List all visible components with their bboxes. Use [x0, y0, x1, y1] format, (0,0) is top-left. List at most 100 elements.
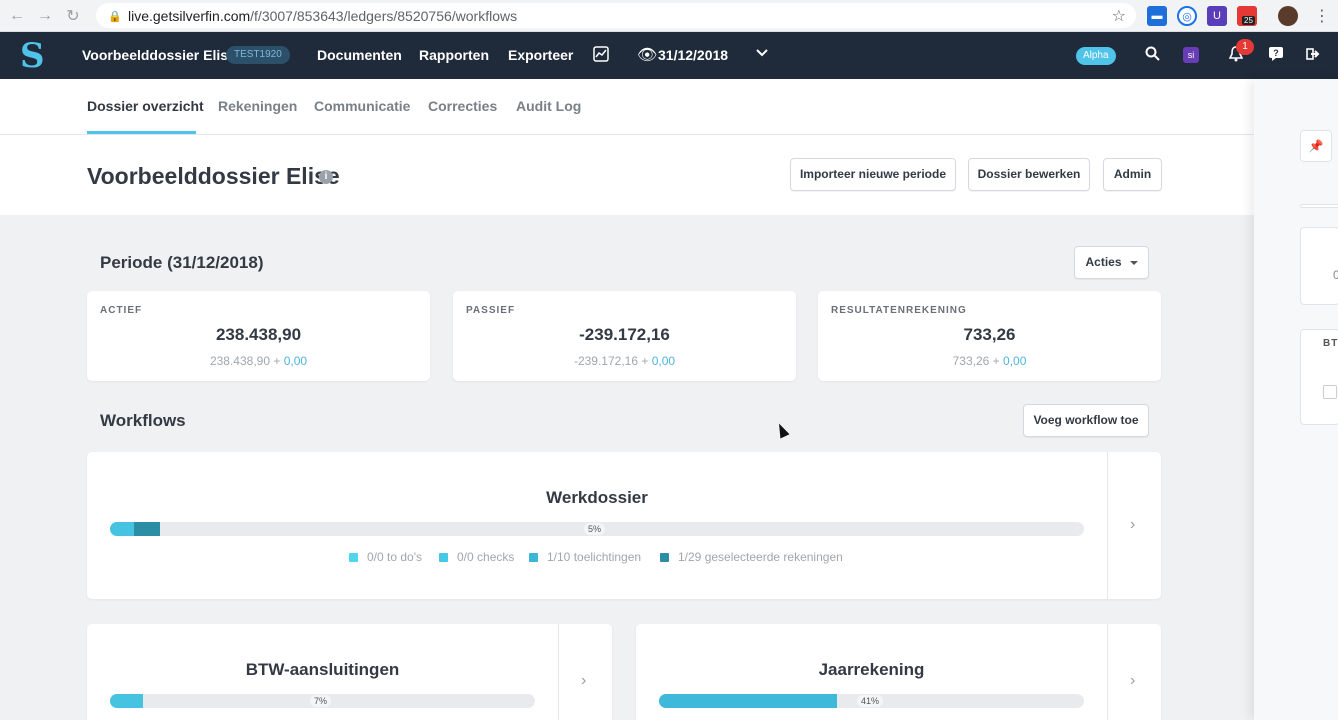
- progress-percentage: 5%: [584, 523, 606, 535]
- workflow-card-jaarrekening[interactable]: Jaarrekening 41% ›: [636, 624, 1161, 720]
- legend-checks: 0/0 checks: [439, 550, 514, 564]
- search-icon[interactable]: [1145, 46, 1160, 66]
- legend-geselecteerde-rekeningen: 1/29 geselecteerde rekeningen: [660, 550, 843, 564]
- progress-percentage: 41%: [857, 695, 884, 707]
- drawer-btw-label: BT: [1323, 338, 1338, 349]
- drawer-card: 0: [1300, 227, 1338, 305]
- browser-menu-icon[interactable]: ⋮: [1311, 5, 1333, 27]
- page-title: Voorbeelddossier Elise: [87, 163, 340, 189]
- tab-communicatie[interactable]: Communicatie: [314, 98, 410, 114]
- dossier-name[interactable]: Voorbeelddossier Elise: [82, 47, 236, 63]
- nav-exporteer[interactable]: Exporteer: [508, 47, 573, 63]
- workflow-card-werkdossier[interactable]: Werkdossier 5% 0/0 to do's 0/0 checks 1/…: [87, 452, 1161, 599]
- kpi-label: PASSIEF: [466, 305, 516, 316]
- workflow-title: Werkdossier: [546, 488, 648, 507]
- open-workflow-button[interactable]: ›: [1107, 624, 1161, 720]
- alpha-badge: Alpha: [1076, 47, 1116, 65]
- browser-toolbar: ← → ↻ 🔒 live.getsilverfin.com/f/3007/853…: [0, 0, 1338, 32]
- drawer-checkbox[interactable]: [1323, 385, 1337, 399]
- tab-dossier-overzicht[interactable]: Dossier overzicht: [87, 98, 204, 114]
- kpi-value: 238.438,90: [215, 325, 302, 344]
- chart-icon[interactable]: [593, 46, 609, 67]
- legend-label: 1/10 toelichtingen: [547, 550, 642, 564]
- forward-icon[interactable]: →: [34, 5, 56, 27]
- kpi-delta-link[interactable]: 0,00: [652, 354, 675, 368]
- tab-rekeningen[interactable]: Rekeningen: [218, 98, 297, 114]
- kpi-value: 733,26: [963, 325, 1016, 344]
- progress-percentage: 7%: [310, 695, 332, 707]
- pin-icon[interactable]: 📌: [1300, 130, 1332, 162]
- mouse-cursor: [774, 421, 790, 439]
- kpi-label: ACTIEF: [100, 305, 143, 316]
- kpi-base: 733,26 +: [952, 354, 1004, 368]
- legend-todos: 0/0 to do's: [349, 550, 422, 564]
- globe-extension-icon[interactable]: ◎: [1177, 6, 1197, 26]
- legend-swatch: [529, 552, 538, 562]
- eye-icon: 👁: [637, 47, 658, 64]
- kpi-delta-link[interactable]: 0,00: [1003, 354, 1026, 368]
- actions-dropdown[interactable]: Acties: [1074, 246, 1149, 279]
- app-topbar: S Voorbeelddossier Elise TEST1920 Docume…: [0, 32, 1338, 79]
- import-period-button[interactable]: Importeer nieuwe periode: [790, 158, 956, 191]
- tab-correcties[interactable]: Correcties: [428, 98, 497, 114]
- url-path: /f/3007/853643/ledgers/8520756/workflows: [250, 7, 518, 24]
- bookmark-star-icon[interactable]: ☆: [1112, 6, 1126, 26]
- kpi-breakdown: 733,26 + 0,00: [818, 354, 1161, 368]
- back-icon[interactable]: ←: [6, 5, 28, 27]
- legend-label: 1/29 geselecteerde rekeningen: [678, 550, 843, 564]
- progress-segment-rekeningen: [134, 522, 160, 536]
- legend-label: 0/0 to do's: [367, 550, 422, 564]
- reload-icon[interactable]: ↻: [62, 5, 84, 27]
- progress-segment-toelichtingen: [110, 522, 134, 536]
- kpi-breakdown: 238.438,90 + 0,00: [87, 354, 430, 368]
- admin-button[interactable]: Admin: [1103, 158, 1162, 191]
- tab-audit-log[interactable]: Audit Log: [516, 98, 581, 114]
- open-workflow-button[interactable]: ›: [558, 624, 612, 720]
- caret-down-icon: [1129, 260, 1138, 265]
- silverfin-logo[interactable]: S: [20, 38, 46, 74]
- profile-avatar[interactable]: [1278, 6, 1298, 26]
- u-extension-icon[interactable]: U: [1207, 6, 1227, 26]
- address-bar[interactable]: 🔒 live.getsilverfin.com/f/3007/853643/le…: [96, 3, 1136, 28]
- dossier-tabs: Dossier overzicht Rekeningen Communicati…: [0, 79, 1254, 135]
- chevron-down-icon[interactable]: [755, 46, 769, 65]
- kpi-breakdown: -239.172,16 + 0,00: [453, 354, 796, 368]
- workflow-progress-bar: 41%: [659, 694, 1084, 708]
- legend-swatch: [349, 552, 358, 562]
- active-tab-indicator: [87, 131, 196, 134]
- kpi-base: 238.438,90 +: [209, 354, 284, 368]
- chat-extension-icon[interactable]: ▬: [1147, 6, 1167, 26]
- progress-fill: [659, 694, 837, 708]
- kpi-card-resultatenrekening: RESULTATENREKENING 733,26 733,26 + 0,00: [818, 291, 1161, 381]
- add-workflow-button[interactable]: Voeg workflow toe: [1023, 404, 1149, 437]
- kpi-value: -239.172,16: [579, 325, 670, 344]
- logout-icon[interactable]: [1306, 47, 1320, 66]
- period-selector[interactable]: 31/12/2018: [658, 47, 728, 63]
- url-host: live.getsilverfin.com: [128, 7, 251, 24]
- workflow-progress-bar: 5%: [110, 522, 1084, 536]
- svg-text:?: ?: [1273, 48, 1279, 58]
- workflows-title: Workflows: [100, 411, 186, 430]
- kpi-delta-link[interactable]: 0,00: [284, 354, 307, 368]
- workflow-card-btw-aansluitingen[interactable]: BTW-aansluitingen 7% ›: [87, 624, 612, 720]
- kpi-label: RESULTATENREKENING: [831, 305, 967, 316]
- legend-label: 0/0 checks: [457, 550, 515, 564]
- help-icon[interactable]: ?: [1269, 47, 1283, 66]
- notification-count-badge: 1: [1236, 39, 1254, 55]
- open-workflow-button[interactable]: ›: [1107, 452, 1161, 599]
- legend-swatch: [660, 552, 669, 562]
- nav-rapporten[interactable]: Rapporten: [419, 47, 489, 63]
- workflow-title: BTW-aansluitingen: [245, 660, 400, 679]
- workflow-title: Jaarrekening: [818, 660, 925, 679]
- nav-documenten[interactable]: Documenten: [317, 47, 402, 63]
- edit-dossier-button[interactable]: Dossier bewerken: [968, 158, 1090, 191]
- legend-toelichtingen: 1/10 toelichtingen: [529, 550, 641, 564]
- page-header: Voorbeelddossier Elise i Importeer nieuw…: [0, 135, 1254, 215]
- info-icon[interactable]: i: [319, 170, 333, 184]
- workflow-progress-bar: 7%: [110, 694, 535, 708]
- drawer-value: 0: [1333, 268, 1338, 282]
- kpi-base: -239.172,16 +: [573, 354, 652, 368]
- chevron-right-icon: ›: [1130, 672, 1136, 689]
- calendar-extension-icon[interactable]: 25: [1237, 6, 1257, 26]
- app-switcher-icon[interactable]: si: [1183, 47, 1199, 63]
